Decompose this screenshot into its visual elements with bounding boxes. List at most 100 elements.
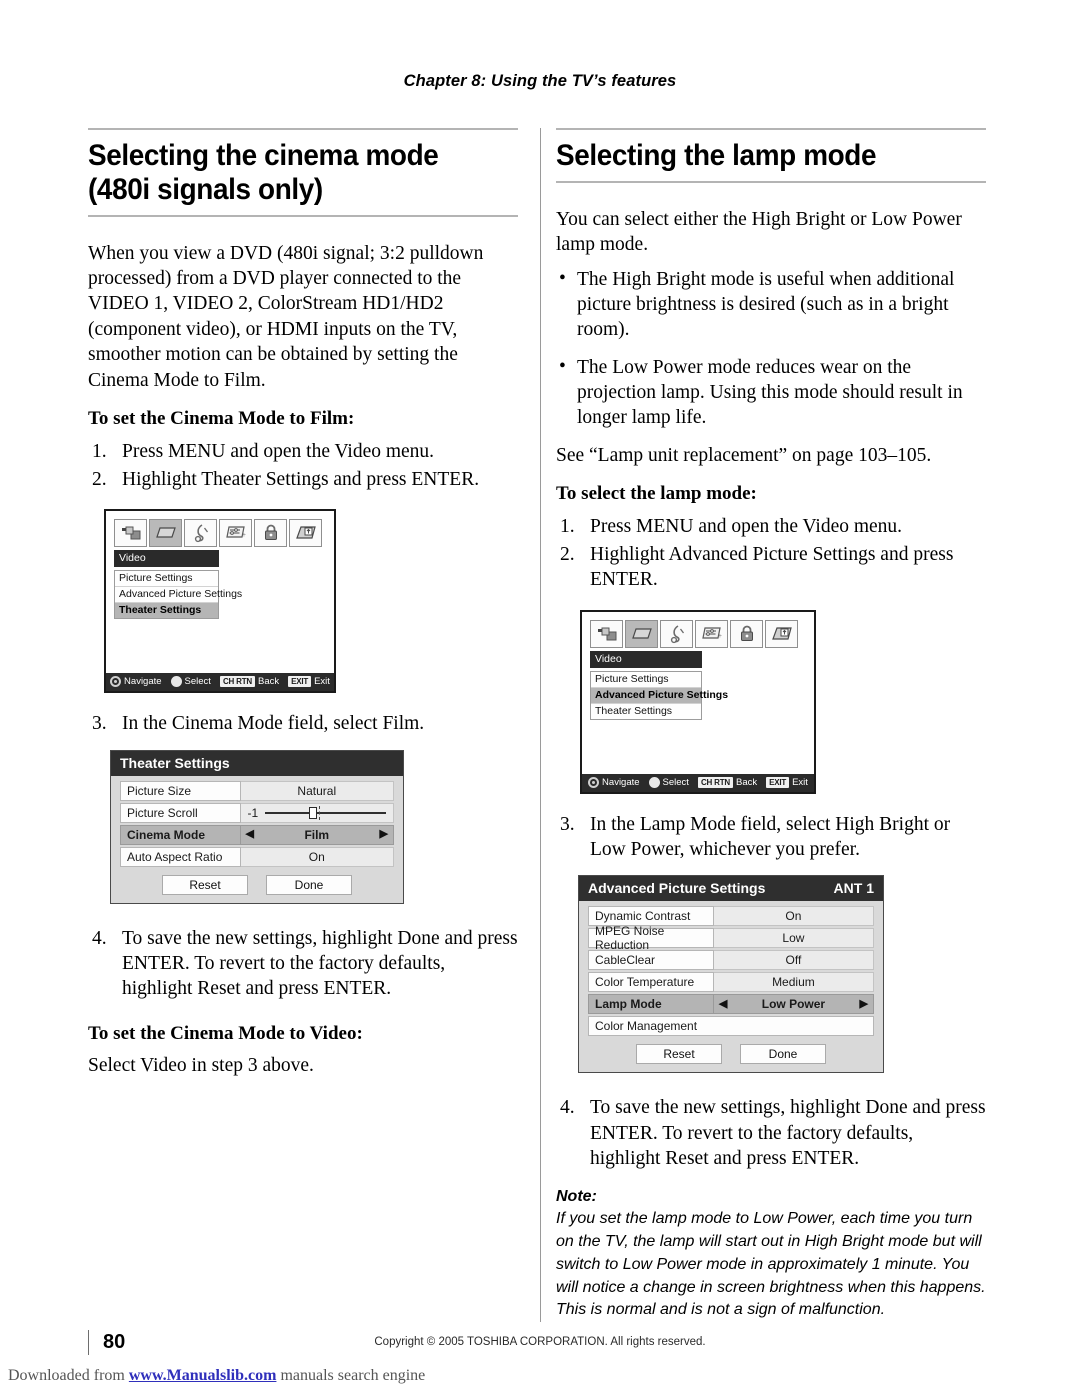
osd-footbar: Navigate Select CH RTN Back EXIT Exit — [582, 773, 814, 792]
table-row[interactable]: Color Temperature Medium — [588, 972, 874, 993]
row-value: Medium — [713, 972, 874, 993]
dialog-buttons: Reset Done — [588, 1044, 874, 1065]
step-number: 1. — [560, 515, 575, 537]
tv-icon[interactable] — [765, 619, 798, 648]
setup-icon[interactable] — [114, 519, 147, 548]
arrow-left-icon[interactable]: ◀ — [246, 829, 254, 840]
dpad-ring-icon — [110, 676, 122, 688]
video-icon[interactable] — [149, 519, 182, 548]
row-value[interactable]: ◀ Film ▶ — [240, 824, 394, 845]
footbar-exit-label: Exit — [314, 676, 330, 688]
done-button[interactable]: Done — [740, 1044, 826, 1065]
step-number: 3. — [92, 713, 107, 735]
footbar-exit-label: Exit — [792, 776, 808, 788]
setup-icon[interactable] — [590, 619, 623, 648]
lock-icon[interactable] — [254, 519, 287, 548]
osd-menu-list: Picture Settings Advanced Picture Settin… — [590, 670, 728, 720]
osd-item-theater-settings[interactable]: Theater Settings — [115, 603, 218, 619]
row-label: Cinema Mode — [120, 824, 241, 845]
manualslib-link[interactable]: www.Manualslib.com — [129, 1367, 277, 1384]
row-value-text: Low Power — [761, 997, 826, 1012]
enter-ring-icon — [648, 776, 660, 788]
step-number: 4. — [92, 927, 107, 949]
list-item: • The Low Power mode reduces wear on the… — [556, 355, 986, 431]
slider-track[interactable] — [265, 805, 386, 820]
slider-number: -1 — [247, 805, 259, 820]
footbar-exit: EXIT Exit — [288, 676, 330, 688]
right-intro-paragraph: You can select either the High Bright or… — [556, 208, 962, 256]
footbar-select: Select — [648, 776, 689, 788]
osd-icon-row: + — [114, 519, 326, 548]
table-row[interactable]: Picture Size Natural — [120, 780, 394, 801]
lamp-mode-bullets: • The High Bright mode is useful when ad… — [556, 267, 986, 431]
right-step-4: 4. To save the new settings, highlight D… — [556, 1095, 986, 1171]
row-value-slider[interactable]: -1 — [240, 802, 394, 823]
slider-knob[interactable] — [308, 806, 317, 819]
left-step-3: 3. In the Cinema Mode field, select Film… — [88, 711, 518, 736]
reset-button[interactable]: Reset — [636, 1044, 722, 1065]
list-item: 2. Highlight Advanced Picture Settings a… — [556, 542, 986, 593]
right-step-3: 3. In the Lamp Mode field, select High B… — [556, 812, 986, 863]
arrow-left-icon[interactable]: ◀ — [719, 998, 727, 1010]
reset-button[interactable]: Reset — [162, 874, 248, 895]
left-title-line1: Selecting the cinema mode — [88, 139, 439, 172]
arrow-right-icon[interactable]: ▶ — [380, 829, 388, 840]
video-menu-screenshot-left: + Video Picture Settings Advanced Pictur… — [104, 509, 336, 694]
left-column: Selecting the cinema mode (480i signals … — [88, 128, 518, 1093]
table-row-color-management[interactable]: Color Management — [588, 1016, 874, 1037]
osd-menu-title: Video — [114, 550, 219, 568]
audio-icon[interactable] — [184, 519, 217, 548]
ch-rtn-key-icon: CH RTN — [219, 676, 255, 688]
list-item: 3. In the Lamp Mode field, select High B… — [556, 812, 986, 863]
table-row-lamp-mode[interactable]: Lamp Mode ◀ Low Power ▶ — [588, 994, 874, 1015]
row-value[interactable]: ◀ Low Power ▶ — [713, 994, 874, 1015]
left-title-rule-bottom — [88, 214, 518, 217]
source-badge: ANT 1 — [833, 880, 874, 897]
arrow-right-icon[interactable]: ▶ — [860, 998, 868, 1010]
done-button[interactable]: Done — [266, 874, 352, 895]
ch-rtn-key-icon: CH RTN — [697, 776, 733, 788]
advanced-picture-settings-dialog: Advanced Picture Settings ANT 1 Dynamic … — [578, 875, 884, 1074]
right-see-also: See “Lamp unit replacement” on page 103–… — [556, 444, 932, 466]
table-row[interactable]: Picture Scroll -1 — [120, 802, 394, 823]
lock-icon[interactable] — [730, 619, 763, 648]
osd-item-advanced-picture-settings[interactable]: Advanced Picture Settings — [591, 687, 728, 704]
dialog-buttons: Reset Done — [120, 874, 394, 895]
right-subhead-lamp: To select the lamp mode: — [556, 482, 757, 504]
table-row[interactable]: MPEG Noise Reduction Low — [588, 924, 874, 952]
row-value: Natural — [240, 780, 394, 801]
row-label: Picture Scroll — [120, 802, 241, 823]
column-divider — [540, 128, 541, 1322]
row-label: Auto Aspect Ratio — [120, 846, 241, 867]
step-number: 2. — [92, 468, 107, 490]
slider-center-tick — [318, 805, 321, 820]
table-row-cinema-mode[interactable]: Cinema Mode ◀ Film ▶ — [120, 824, 394, 845]
row-label: Color Temperature — [588, 972, 714, 993]
table-row[interactable]: CableClear Off — [588, 950, 874, 971]
osd-item-picture-settings[interactable]: Picture Settings — [115, 571, 218, 588]
osd-item-advanced-picture-settings[interactable]: Advanced Picture Settings — [115, 587, 242, 604]
list-item: 3. In the Cinema Mode field, select Film… — [88, 711, 518, 736]
footbar-navigate: Navigate — [588, 776, 640, 788]
osd-menu-title: Video — [590, 650, 702, 668]
video-icon[interactable] — [625, 619, 658, 648]
right-steps-1-2: 1. Press MENU and open the Video menu. 2… — [556, 514, 986, 593]
footbar-navigate: Navigate — [110, 676, 162, 688]
tv-icon[interactable] — [289, 519, 322, 548]
table-row[interactable]: Dynamic Contrast On — [588, 906, 874, 927]
preferences-icon[interactable]: + — [219, 519, 252, 548]
preferences-icon[interactable]: + — [695, 619, 728, 648]
row-label: Lamp Mode — [588, 994, 714, 1015]
table-row[interactable]: Auto Aspect Ratio On — [120, 846, 394, 867]
osd-item-picture-settings[interactable]: Picture Settings — [591, 671, 701, 688]
note-body: If you set the lamp mode to Low Power, e… — [556, 1210, 986, 1319]
osd-item-theater-settings[interactable]: Theater Settings — [591, 703, 701, 719]
step-number: 4. — [560, 1097, 575, 1119]
audio-icon[interactable] — [660, 619, 693, 648]
footbar-navigate-label: Navigate — [602, 776, 640, 788]
footbar-back: CH RTN Back — [219, 676, 279, 688]
step-text: Press MENU and open the Video menu. — [122, 440, 435, 462]
step-text: Highlight Advanced Picture Settings and … — [590, 544, 954, 591]
row-label: MPEG Noise Reduction — [588, 924, 714, 952]
footbar-select-label: Select — [662, 776, 689, 788]
